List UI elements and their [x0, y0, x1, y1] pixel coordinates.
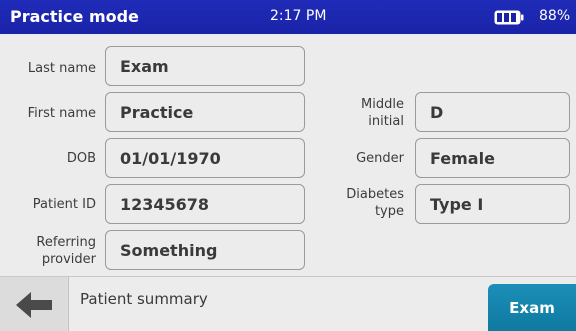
- battery-percent: 88%: [539, 8, 571, 24]
- status-bar: Practice mode 2:17 PM 88%: [0, 0, 576, 34]
- diabetes-type-field[interactable]: Type I: [415, 184, 570, 224]
- diabetes-type-label: Diabetes type: [320, 186, 404, 220]
- referring-provider-label-line1: Referring: [36, 235, 96, 250]
- arrow-left-icon: [16, 291, 52, 318]
- first-name-label: First name: [27, 106, 96, 121]
- referring-provider-label-line2: provider: [41, 252, 96, 267]
- last-name-label: Last name: [27, 61, 96, 76]
- dob-field[interactable]: 01/01/1970: [105, 138, 305, 178]
- dob-label: DOB: [66, 151, 96, 166]
- diabetes-type-label-line2: type: [374, 204, 404, 219]
- patient-id-field[interactable]: 12345678: [105, 184, 305, 224]
- referring-provider-label: Referring provider: [10, 234, 96, 268]
- last-name-field[interactable]: Exam: [105, 46, 305, 86]
- middle-initial-label-line1: Middle: [361, 97, 404, 112]
- patient-id-label: Patient ID: [32, 197, 96, 212]
- middle-initial-label: Middle initial: [320, 96, 404, 130]
- mode-title: Practice mode: [10, 7, 139, 26]
- battery-icon: [494, 10, 524, 25]
- gender-field[interactable]: Female: [415, 138, 570, 178]
- exam-button[interactable]: Exam: [488, 284, 576, 331]
- back-button[interactable]: [0, 277, 69, 331]
- screen-label: Patient summary: [80, 290, 208, 308]
- first-name-field[interactable]: Practice: [105, 92, 305, 132]
- clock-time: 2:17 PM: [270, 8, 327, 24]
- gender-label: Gender: [356, 151, 404, 166]
- bottom-bar: Patient summary Exam: [0, 276, 576, 331]
- middle-initial-label-line2: initial: [368, 114, 404, 129]
- referring-provider-field[interactable]: Something: [105, 230, 305, 270]
- middle-initial-field[interactable]: D: [415, 92, 570, 132]
- diabetes-type-label-line1: Diabetes: [346, 187, 404, 202]
